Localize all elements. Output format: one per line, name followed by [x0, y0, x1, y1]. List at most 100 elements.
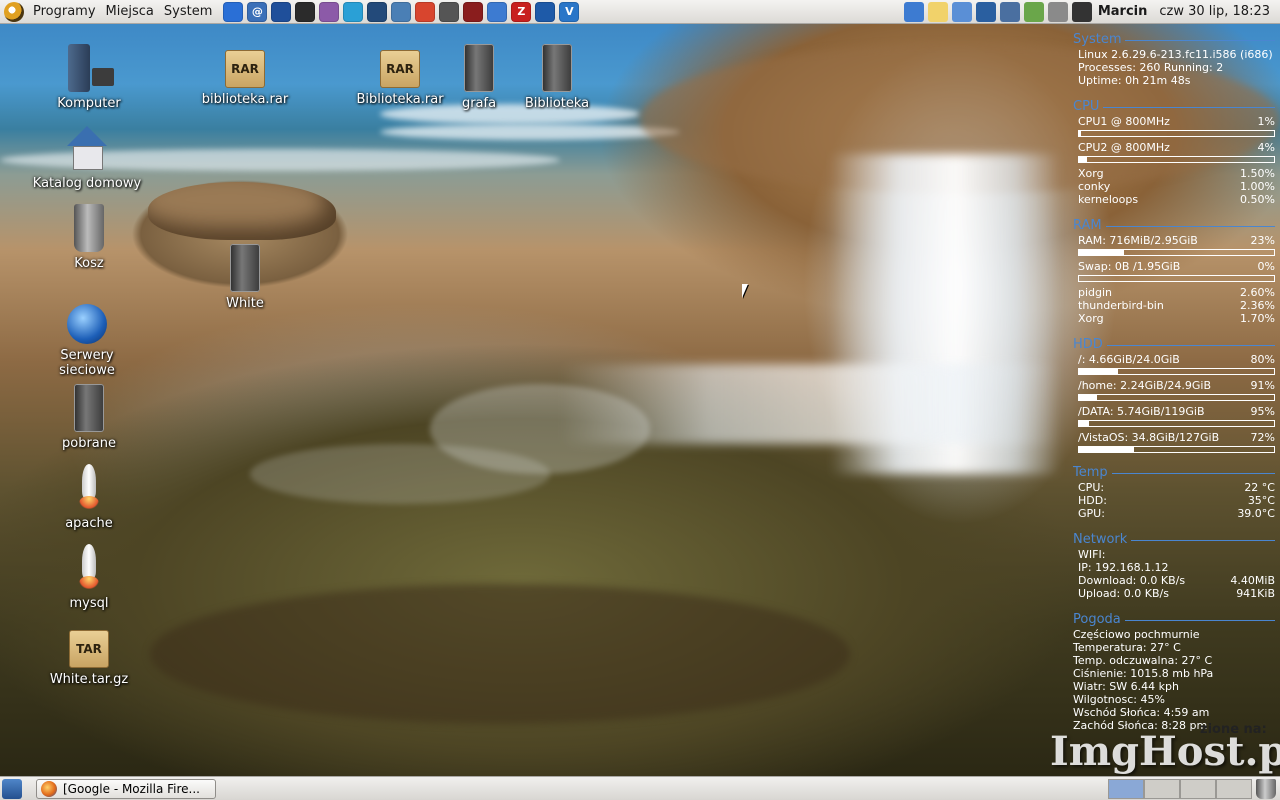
cpu-process-row: kerneloops 0.50%	[1073, 193, 1275, 206]
desktop-icon-komputer[interactable]: Komputer	[34, 44, 144, 111]
network-icon[interactable]	[535, 1, 556, 22]
image-viewer-icon[interactable]	[391, 1, 412, 22]
drive-icon	[230, 244, 260, 292]
workspace-4[interactable]	[1216, 778, 1252, 799]
computer-icon	[68, 44, 114, 92]
cpu-cores: CPU1 @ 800MHz 1% CPU2 @ 800MHz 4%	[1073, 115, 1275, 163]
usage-bar-fill	[1079, 250, 1124, 255]
user-icon[interactable]	[1071, 1, 1092, 22]
conky-temp-heading: Temp	[1073, 465, 1275, 481]
desktop-icon-biblioteka-rar[interactable]: RAR biblioteka.rar	[190, 44, 300, 107]
box-icon: TAR	[69, 630, 109, 668]
top-panel: Programy Miejsca System @ Z V Marcin czw 3…	[0, 0, 1280, 24]
ram-process-row: pidgin 2.60%	[1073, 286, 1275, 299]
usage-bar	[1078, 249, 1275, 256]
desktop-icon-white-tar-gz[interactable]: TAR White.tar.gz	[34, 624, 144, 687]
heading-text: HDD	[1073, 337, 1103, 352]
desktop-icon-white[interactable]: White	[190, 244, 300, 311]
workspace-1[interactable]	[1108, 778, 1144, 799]
conky-ram: RAM RAM: 716MiB/2.95GiB 23% Swap: 0B /1.95…	[1073, 218, 1275, 325]
update-icon[interactable]	[903, 1, 924, 22]
usage-bar-fill	[1079, 369, 1118, 374]
menu-programy[interactable]: Programy	[28, 0, 101, 24]
weather-line: Wiatr: SW 6.44 kph	[1073, 680, 1179, 693]
drive-icon	[74, 384, 104, 432]
show-desktop-icon[interactable]	[2, 778, 22, 799]
row-label: CPU:	[1078, 481, 1105, 494]
desktop-icon-katalog-domowy[interactable]: Katalog domowy	[32, 124, 142, 191]
user-switcher[interactable]: Marcin	[1096, 4, 1156, 19]
skype-icon[interactable]	[343, 1, 364, 22]
weather-line: Ciśnienie: 1015.8 mb hPa	[1073, 667, 1214, 680]
usage-bar	[1078, 394, 1275, 401]
vlc-icon[interactable]: V	[559, 1, 580, 22]
row-label: Swap: 0B /1.95GiB	[1078, 260, 1181, 273]
row-label: /: 4.66GiB/24.0GiB	[1078, 353, 1180, 366]
box-icon: RAR	[380, 50, 420, 88]
weather-lines: Częściowo pochmurnie Temperatura: 27° C Te…	[1073, 628, 1275, 732]
desktop-icon-serwery-sieciowe[interactable]: Serwery sieciowe	[32, 304, 142, 378]
media-player-icon[interactable]	[463, 1, 484, 22]
terminal-icon[interactable]	[295, 1, 316, 22]
row-value: 1.50%	[1240, 167, 1275, 180]
network-manager-icon[interactable]	[1023, 1, 1044, 22]
trash-applet-icon[interactable]	[1256, 778, 1276, 799]
disk-usage-row: /home: 2.24GiB/24.9GiB 91%	[1073, 379, 1275, 392]
email-icon[interactable]: @	[247, 1, 268, 22]
desktop-icon-kosz[interactable]: Kosz	[34, 204, 144, 271]
desktop-icon-mysql[interactable]: mysql	[34, 544, 144, 611]
desktop-icon-apache[interactable]: apache	[34, 464, 144, 531]
workspace-switcher	[1108, 778, 1252, 799]
signal-strength-icon[interactable]	[999, 1, 1020, 22]
row-value: 22 °C	[1244, 481, 1275, 494]
drive-icon	[542, 44, 572, 92]
row-label: Xorg	[1078, 167, 1104, 180]
row-label: thunderbird-bin	[1078, 299, 1164, 312]
workspace-2[interactable]	[1144, 778, 1180, 799]
usage-bar-fill	[1079, 447, 1134, 452]
conky-weather: Pogoda Częściowo pochmurnie Temperatura: …	[1073, 612, 1275, 732]
file-manager-icon[interactable]	[487, 1, 508, 22]
weather-line: Temperatura: 27° C	[1073, 641, 1181, 654]
thunderbird-icon[interactable]	[271, 1, 292, 22]
row-value: 1.00%	[1240, 180, 1275, 193]
row-value: 2.60%	[1240, 286, 1275, 299]
clock[interactable]: czw 30 lip, 18:23	[1159, 4, 1276, 19]
menu-system[interactable]: System	[159, 0, 217, 24]
taskbar-window-firefox[interactable]: [Google - Mozilla Fire...	[36, 778, 216, 799]
heading-text: CPU	[1073, 99, 1100, 114]
usage-bar-fill	[1079, 157, 1087, 162]
browser-icon[interactable]	[367, 1, 388, 22]
divider	[1103, 106, 1275, 108]
divider	[1131, 539, 1275, 541]
temp-rows: CPU: 22 °C HDD: 35°C GPU: 39.0°C	[1073, 481, 1275, 520]
row-value: 0.50%	[1240, 193, 1275, 206]
firefox-icon[interactable]	[223, 1, 244, 22]
weather-line: Wschód Słońca: 4:59 am	[1073, 706, 1210, 719]
pidgin-icon[interactable]	[319, 1, 340, 22]
filezilla-icon[interactable]: Z	[511, 1, 532, 22]
divider	[1125, 39, 1275, 41]
printer-icon[interactable]	[1047, 1, 1068, 22]
network-rate-row: Upload: 0.0 KB/s 941KiB	[1073, 587, 1275, 600]
conky-network: Network WIFI: IP: 192.168.1.12 Download:…	[1073, 532, 1275, 600]
screenshot-icon[interactable]	[439, 1, 460, 22]
picasa-icon[interactable]	[415, 1, 436, 22]
desktop-icon-label: White.tar.gz	[49, 672, 129, 687]
clock-applet-icon[interactable]	[951, 1, 972, 22]
cpu-top-processes: Xorg 1.50% conky 1.00% kerneloops 0.50%	[1073, 167, 1275, 206]
row-label: /DATA: 5.74GiB/119GiB	[1078, 405, 1205, 418]
notes-icon[interactable]	[927, 1, 948, 22]
thunderbird-tray-icon[interactable]	[975, 1, 996, 22]
row-value: 4%	[1257, 141, 1275, 154]
applications-menu[interactable]: Programy	[0, 0, 101, 24]
disk-usage-row: /VistaOS: 34.8GiB/127GiB 72%	[1073, 431, 1275, 444]
row-value: 39.0°C	[1237, 507, 1275, 520]
divider	[1111, 472, 1275, 474]
desktop-icon-pobrane[interactable]: pobrane	[34, 384, 144, 451]
desktop-icon-biblioteka[interactable]: Biblioteka	[502, 44, 612, 111]
row-label: CPU1 @ 800MHz	[1078, 115, 1170, 128]
workspace-3[interactable]	[1180, 778, 1216, 799]
conky-system: System Linux 2.6.29.6-213.fc11.i586 (i68…	[1073, 32, 1275, 87]
menu-miejsca[interactable]: Miejsca	[101, 0, 159, 24]
